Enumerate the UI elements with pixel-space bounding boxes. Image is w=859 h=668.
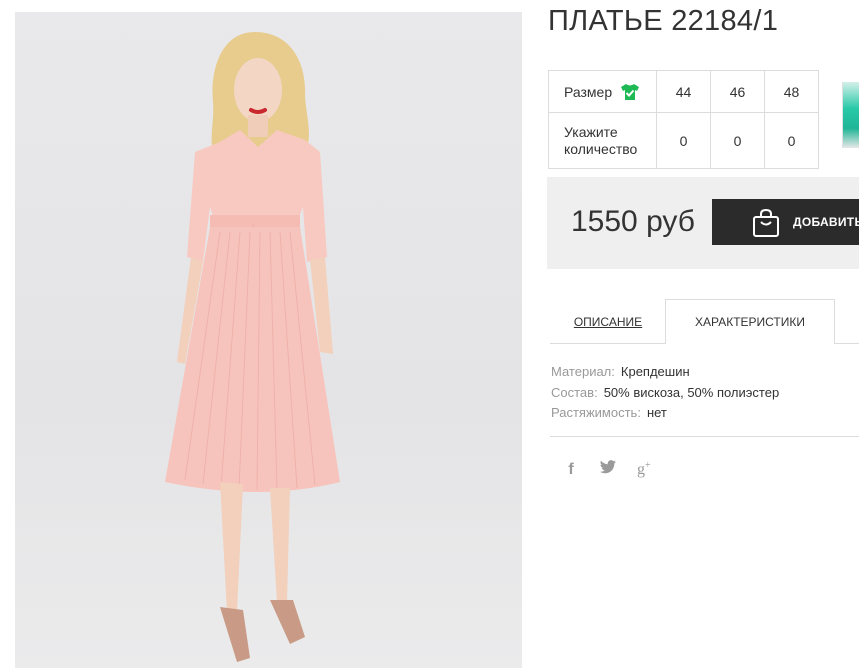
property-key: Состав: xyxy=(551,384,598,400)
google-plus-g: g xyxy=(637,461,645,479)
property-row: Состав: 50% вискоза, 50% полиэстер xyxy=(551,383,779,404)
google-plus-sign: + xyxy=(645,460,651,471)
property-row: Растяжимость: нет xyxy=(551,403,779,424)
divider xyxy=(550,436,859,437)
social-share: f g+ xyxy=(563,460,651,479)
quantity-input-46[interactable]: 0 xyxy=(710,112,765,169)
quantity-label: Укажите количество xyxy=(548,112,657,169)
add-button-label: ДОБАВИТЬ xyxy=(793,215,859,229)
quantity-input-44[interactable]: 0 xyxy=(656,112,711,169)
price: 1550 руб xyxy=(571,205,695,238)
model-illustration xyxy=(165,32,340,662)
tab-characteristics[interactable]: ХАРАКТЕРИСТИКИ xyxy=(665,299,835,344)
size-44: 44 xyxy=(656,70,711,113)
product-photo[interactable] xyxy=(15,12,522,668)
price-box: 1550 руб ДОБАВИТЬ xyxy=(547,177,859,269)
size-table: Размер 44 46 48 Укажите количество 0 0 0 xyxy=(548,70,819,169)
property-row: Материал: Крепдешин xyxy=(551,362,779,383)
shopping-bag-icon xyxy=(753,208,779,237)
property-key: Растяжимость: xyxy=(551,405,641,420)
color-variant-thumbnail[interactable] xyxy=(842,82,859,148)
shirt-check-icon[interactable] xyxy=(620,83,640,101)
active-tab-gap xyxy=(666,343,834,344)
add-to-cart-button[interactable]: ДОБАВИТЬ xyxy=(712,199,859,245)
property-value: 50% вискоза, 50% полиэстер xyxy=(603,384,780,400)
tab-description[interactable]: ОПИСАНИЕ xyxy=(550,299,666,344)
size-46: 46 xyxy=(710,70,765,113)
product-title: ПЛАТЬЕ 22184/1 xyxy=(548,5,779,37)
twitter-icon[interactable] xyxy=(600,460,616,479)
property-key: Материал: xyxy=(551,364,615,379)
size-label-cell: Размер xyxy=(548,70,657,113)
quantity-input-48[interactable]: 0 xyxy=(764,112,819,169)
facebook-icon[interactable]: f xyxy=(563,461,579,479)
quantity-label-text: Укажите количество xyxy=(564,123,638,157)
product-tabs: ОПИСАНИЕ ХАРАКТЕРИСТИКИ xyxy=(550,299,859,344)
characteristics-list: Материал: Крепдешин Состав: 50% вискоза, 5… xyxy=(551,362,779,424)
size-label: Размер xyxy=(564,83,613,100)
google-plus-icon[interactable]: g+ xyxy=(637,460,651,479)
property-value: нет xyxy=(646,405,667,420)
size-48: 48 xyxy=(764,70,819,113)
property-value: Крепдешин xyxy=(620,364,690,379)
